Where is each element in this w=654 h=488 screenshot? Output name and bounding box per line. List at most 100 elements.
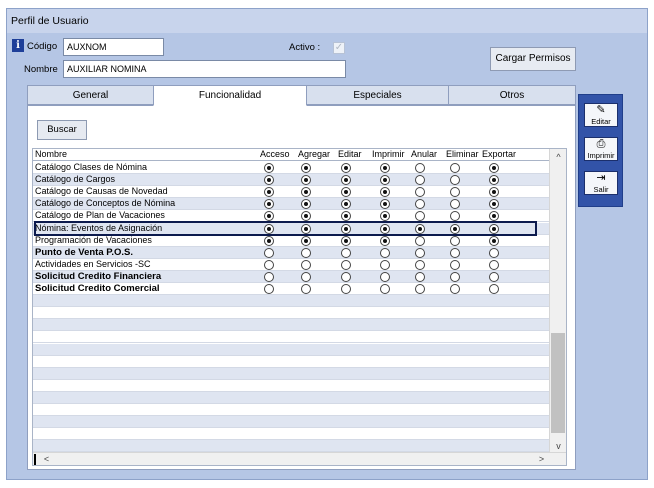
- radio-agregar[interactable]: [301, 211, 311, 222]
- radio-eliminar[interactable]: [450, 284, 460, 294]
- radio-exportar[interactable]: [489, 163, 499, 173]
- editar-button[interactable]: ✎ Editar: [584, 103, 618, 127]
- radio-exportar[interactable]: [489, 223, 499, 234]
- radio-imprimir[interactable]: [380, 259, 390, 270]
- radio-acceso[interactable]: [264, 284, 274, 294]
- radio-agregar[interactable]: [301, 247, 311, 258]
- radio-editar[interactable]: [341, 259, 351, 270]
- radio-exportar[interactable]: [489, 175, 499, 186]
- radio-exportar[interactable]: [489, 259, 499, 270]
- radio-acceso[interactable]: [264, 271, 274, 282]
- table-row[interactable]: Catálogo de Cargos: [33, 174, 549, 187]
- radio-eliminar[interactable]: [450, 187, 460, 198]
- radio-agregar[interactable]: [301, 235, 311, 246]
- radio-anular[interactable]: [415, 211, 425, 222]
- table-row[interactable]: Catálogo de Plan de Vacaciones: [33, 210, 549, 223]
- radio-eliminar[interactable]: [450, 235, 460, 246]
- radio-exportar[interactable]: [489, 247, 499, 258]
- column-header-editar[interactable]: Editar: [338, 149, 362, 160]
- radio-agregar[interactable]: [301, 223, 311, 234]
- column-header-agregar[interactable]: Agregar: [298, 149, 330, 160]
- column-header-acceso[interactable]: Acceso: [260, 149, 290, 160]
- radio-imprimir[interactable]: [380, 199, 390, 210]
- radio-acceso[interactable]: [264, 259, 274, 270]
- radio-eliminar[interactable]: [450, 223, 460, 234]
- radio-editar[interactable]: [341, 163, 351, 173]
- radio-agregar[interactable]: [301, 163, 311, 173]
- radio-anular[interactable]: [415, 284, 425, 294]
- radio-eliminar[interactable]: [450, 271, 460, 282]
- radio-acceso[interactable]: [264, 175, 274, 186]
- tab-funcionalidad[interactable]: Funcionalidad: [153, 85, 307, 106]
- radio-anular[interactable]: [415, 223, 425, 234]
- scroll-right-icon[interactable]: >: [533, 451, 550, 465]
- radio-acceso[interactable]: [264, 199, 274, 210]
- codigo-field[interactable]: AUXNOM: [63, 38, 164, 56]
- table-row[interactable]: Solicitud Credito Comercial: [33, 283, 549, 295]
- radio-exportar[interactable]: [489, 211, 499, 222]
- table-row[interactable]: Catálogo Clases de Nómina: [33, 162, 549, 174]
- column-header-anular[interactable]: Anular: [411, 149, 437, 160]
- radio-editar[interactable]: [341, 271, 351, 282]
- table-row[interactable]: Solicitud Credito Financiera: [33, 270, 549, 283]
- scroll-left-icon[interactable]: <: [38, 451, 55, 465]
- radio-agregar[interactable]: [301, 271, 311, 282]
- radio-acceso[interactable]: [264, 211, 274, 222]
- radio-exportar[interactable]: [489, 187, 499, 198]
- radio-eliminar[interactable]: [450, 175, 460, 186]
- radio-anular[interactable]: [415, 235, 425, 246]
- radio-eliminar[interactable]: [450, 163, 460, 173]
- vertical-scrollbar[interactable]: ^ v: [549, 149, 566, 454]
- radio-imprimir[interactable]: [380, 223, 390, 234]
- table-row[interactable]: Catálogo de Causas de Novedad: [33, 186, 549, 199]
- radio-acceso[interactable]: [264, 247, 274, 258]
- salir-button[interactable]: ⇥ Salir: [584, 171, 618, 195]
- radio-exportar[interactable]: [489, 284, 499, 294]
- table-row[interactable]: Catálogo de Conceptos de Nómina: [33, 198, 549, 211]
- radio-exportar[interactable]: [489, 271, 499, 282]
- radio-imprimir[interactable]: [380, 187, 390, 198]
- radio-acceso[interactable]: [264, 235, 274, 246]
- radio-eliminar[interactable]: [450, 259, 460, 270]
- radio-imprimir[interactable]: [380, 211, 390, 222]
- imprimir-button[interactable]: ⎙ Imprimir: [584, 137, 618, 161]
- radio-eliminar[interactable]: [450, 247, 460, 258]
- radio-anular[interactable]: [415, 199, 425, 210]
- radio-anular[interactable]: [415, 247, 425, 258]
- radio-acceso[interactable]: [264, 163, 274, 173]
- column-header-nombre[interactable]: Nombre: [35, 149, 67, 160]
- scroll-up-icon[interactable]: ^: [550, 149, 566, 165]
- radio-editar[interactable]: [341, 223, 351, 234]
- horizontal-scrollbar[interactable]: < >: [33, 451, 566, 465]
- radio-anular[interactable]: [415, 187, 425, 198]
- cargar-permisos-button[interactable]: Cargar Permisos: [490, 47, 576, 71]
- radio-editar[interactable]: [341, 211, 351, 222]
- radio-editar[interactable]: [341, 199, 351, 210]
- radio-imprimir[interactable]: [380, 175, 390, 186]
- table-row[interactable]: Actividades en Servicios -SC: [33, 259, 549, 271]
- radio-agregar[interactable]: [301, 187, 311, 198]
- radio-anular[interactable]: [415, 163, 425, 173]
- radio-exportar[interactable]: [489, 199, 499, 210]
- radio-anular[interactable]: [415, 175, 425, 186]
- tab-otros[interactable]: Otros: [448, 85, 576, 105]
- radio-imprimir[interactable]: [380, 163, 390, 173]
- radio-imprimir[interactable]: [380, 284, 390, 294]
- radio-editar[interactable]: [341, 235, 351, 246]
- nombre-field[interactable]: AUXILIAR NOMINA: [63, 60, 346, 78]
- radio-eliminar[interactable]: [450, 199, 460, 210]
- buscar-button[interactable]: Buscar: [37, 120, 87, 140]
- radio-acceso[interactable]: [264, 223, 274, 234]
- radio-exportar[interactable]: [489, 235, 499, 246]
- radio-anular[interactable]: [415, 271, 425, 282]
- radio-editar[interactable]: [341, 284, 351, 294]
- scroll-thumb[interactable]: [551, 333, 565, 433]
- radio-imprimir[interactable]: [380, 271, 390, 282]
- radio-agregar[interactable]: [301, 259, 311, 270]
- radio-acceso[interactable]: [264, 187, 274, 198]
- activo-checkbox[interactable]: ✓: [333, 42, 345, 54]
- radio-agregar[interactable]: [301, 199, 311, 210]
- table-row[interactable]: Nómina: Eventos de Asignación: [33, 222, 549, 235]
- radio-imprimir[interactable]: [380, 235, 390, 246]
- radio-agregar[interactable]: [301, 284, 311, 294]
